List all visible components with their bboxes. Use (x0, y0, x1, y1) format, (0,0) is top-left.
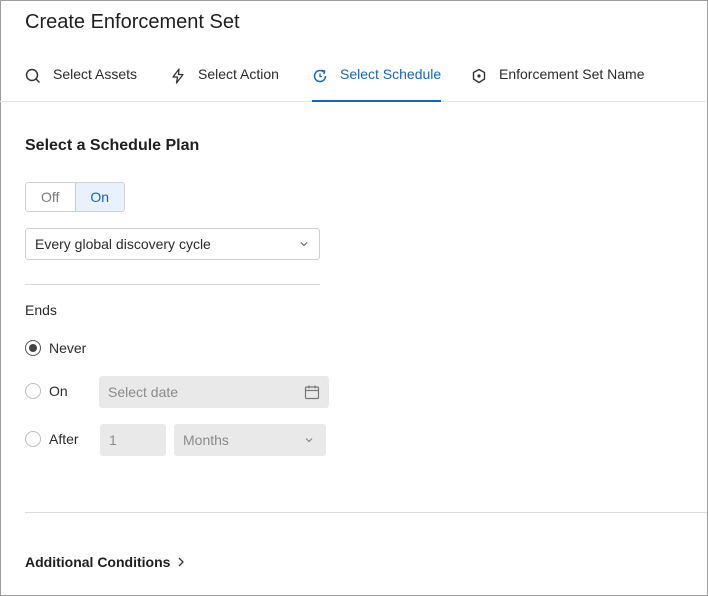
search-icon (25, 68, 41, 84)
tab-label: Select Schedule (340, 66, 442, 82)
tab-select-action[interactable]: Select Action (170, 66, 279, 101)
section-title: Select a Schedule Plan (25, 137, 200, 154)
divider (25, 512, 707, 513)
never-label: Never (49, 340, 87, 356)
toggle-on-button[interactable]: On (74, 183, 124, 211)
wizard-tabs: Select Assets Select Action Select Sched… (0, 60, 706, 102)
ends-label: Ends (25, 302, 57, 318)
toggle-off-button[interactable]: Off (26, 183, 75, 211)
on-label: On (49, 383, 68, 399)
tab-label: Select Assets (53, 66, 138, 82)
shield-icon (472, 68, 486, 84)
after-radio[interactable] (25, 431, 41, 447)
tab-enforcement-set-name[interactable]: Enforcement Set Name (471, 66, 645, 101)
additional-conditions-label: Additional Conditions (25, 554, 171, 570)
tab-select-assets[interactable]: Select Assets (25, 66, 137, 101)
ends-after-option: After (25, 429, 79, 449)
tab-label: Select Action (198, 66, 279, 82)
tab-label: Enforcement Set Name (499, 66, 645, 82)
ends-on-option: On (25, 381, 68, 401)
tab-select-schedule[interactable]: Select Schedule (312, 66, 442, 102)
chevron-down-icon (300, 242, 308, 247)
after-count-value: 1 (109, 432, 117, 448)
lightning-icon (172, 68, 184, 84)
never-radio[interactable] (25, 340, 41, 356)
on-radio[interactable] (25, 383, 41, 399)
page-title: Create Enforcement Set (25, 11, 240, 33)
schedule-plan-value: Every global discovery cycle (35, 236, 211, 252)
schedule-toggle: Off On (25, 182, 125, 212)
chevron-down-icon (305, 438, 313, 443)
after-label: After (49, 431, 79, 447)
ends-never-option: Never (25, 338, 86, 358)
divider (25, 284, 320, 285)
after-count-input[interactable]: 1 (100, 424, 166, 456)
date-placeholder: Select date (108, 384, 179, 400)
date-picker-field[interactable]: Select date (99, 376, 329, 408)
after-unit-select[interactable]: Months (174, 424, 326, 456)
calendar-icon[interactable] (304, 384, 320, 400)
after-unit-value: Months (183, 432, 229, 448)
additional-conditions-link[interactable]: Additional Conditions (25, 554, 186, 570)
refresh-clock-icon (313, 69, 327, 83)
chevron-right-icon (178, 557, 185, 567)
schedule-plan-select[interactable]: Every global discovery cycle (25, 228, 320, 260)
